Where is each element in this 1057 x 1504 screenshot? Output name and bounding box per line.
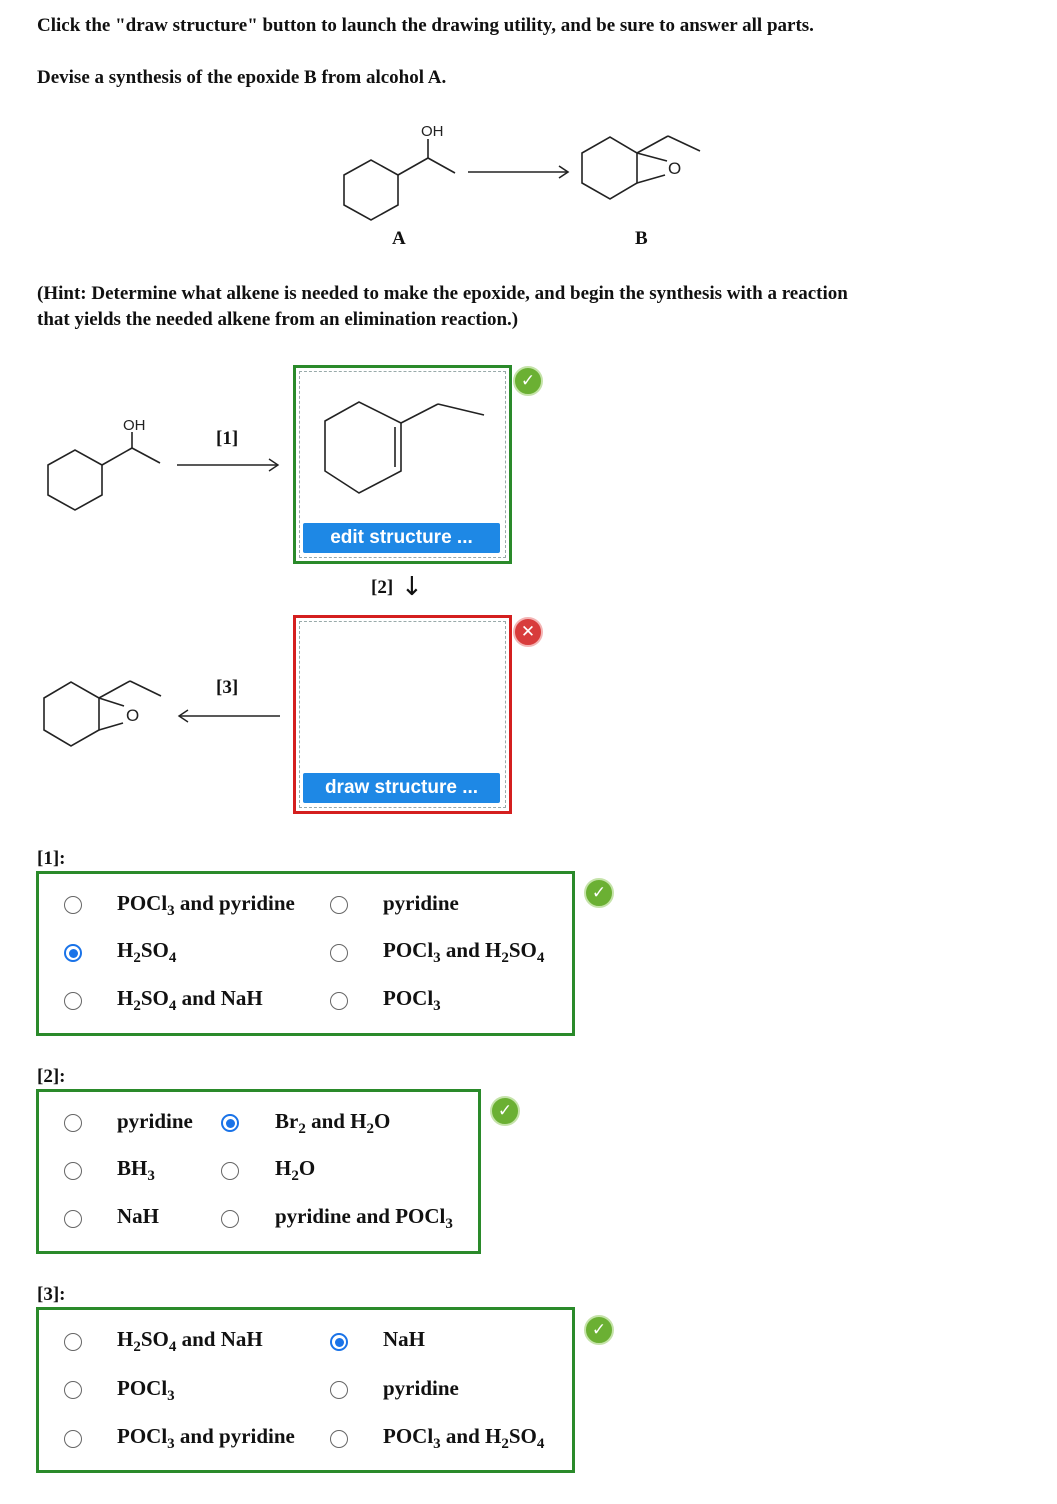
q1-option-pocl3-h2so4: POCl3 and H2SO4 xyxy=(383,938,545,967)
instructions-text: Click the "draw structure" button to lau… xyxy=(37,15,814,36)
label-b: B xyxy=(635,228,648,249)
q2-option-h2o: H2O xyxy=(275,1156,316,1185)
q2-option-br2-h2o: Br2 and H2O xyxy=(275,1109,391,1138)
alkene-structure xyxy=(324,401,485,494)
label-a: A xyxy=(392,228,406,249)
intermediate-answer-box: draw structure ... xyxy=(293,615,512,814)
q1-radio-pocl3-pyridine[interactable] xyxy=(64,896,82,914)
q2-radio-pyridine-pocl3[interactable] xyxy=(221,1210,239,1228)
q2-label: [2]: xyxy=(37,1066,66,1087)
q2-radio-nah[interactable] xyxy=(64,1210,82,1228)
q2-option-bh3: BH3 xyxy=(117,1156,155,1185)
q3-radio-pocl3-h2so4[interactable] xyxy=(330,1430,348,1448)
q1-option-h2so4-nah: H2SO4 and NaH xyxy=(117,986,263,1015)
q1-radio-pyridine[interactable] xyxy=(330,896,348,914)
svg-text:O: O xyxy=(126,706,139,725)
starting-alcohol-structure: OH xyxy=(47,417,161,511)
svg-text:OH: OH xyxy=(123,417,146,434)
q1-label: [1]: xyxy=(37,848,66,869)
q3-option-pocl3-pyridine: POCl3 and pyridine xyxy=(117,1424,295,1453)
q2-option-pyridine-pocl3: pyridine and POCl3 xyxy=(275,1204,453,1233)
oh-label: OH xyxy=(421,123,444,140)
step-1-arrow xyxy=(177,458,280,472)
step-1-label: [1] xyxy=(216,428,239,449)
q3-radio-h2so4-nah[interactable] xyxy=(64,1333,82,1351)
hint-line-1: (Hint: Determine what alkene is needed t… xyxy=(37,283,848,304)
step-2-down-arrow: ↓ xyxy=(401,572,423,602)
q2-correct-icon: ✓ xyxy=(490,1096,520,1126)
q3-option-nah: NaH xyxy=(383,1327,425,1351)
step-2-incorrect-icon: ✕ xyxy=(513,617,543,647)
cyclohexane-ring-b xyxy=(581,136,638,200)
cyclohexane-ring-a xyxy=(343,159,399,221)
product-epoxide-structure: O xyxy=(43,680,162,747)
step-2-label: [2] xyxy=(371,577,394,598)
q3-radio-nah[interactable] xyxy=(330,1333,348,1351)
q2-option-pyridine: pyridine xyxy=(117,1109,193,1133)
q1-radio-h2so4[interactable] xyxy=(64,944,82,962)
step-1-correct-icon: ✓ xyxy=(513,366,543,396)
q3-label: [3]: xyxy=(37,1284,66,1305)
q2-option-nah: NaH xyxy=(117,1204,159,1228)
q1-option-h2so4: H2SO4 xyxy=(117,938,177,967)
q3-option-pocl3-h2so4: POCl3 and H2SO4 xyxy=(383,1424,545,1453)
q1-radio-pocl3[interactable] xyxy=(330,992,348,1010)
step-3-arrow xyxy=(177,709,280,723)
reaction-scheme: OH O xyxy=(343,123,701,221)
epoxide-o-label: O xyxy=(668,159,681,178)
q1-radio-h2so4-nah[interactable] xyxy=(64,992,82,1010)
q3-correct-icon: ✓ xyxy=(584,1315,614,1345)
question-text: Devise a synthesis of the epoxide B from… xyxy=(37,67,447,88)
q2-radio-bh3[interactable] xyxy=(64,1162,82,1180)
q1-correct-icon: ✓ xyxy=(584,878,614,908)
step-3-label: [3] xyxy=(216,677,239,698)
q1-option-pocl3: POCl3 xyxy=(383,986,441,1015)
q2-radio-br2-h2o[interactable] xyxy=(221,1114,239,1132)
q2-options-box: pyridine Br2 and H2O BH3 H2O NaH pyridin… xyxy=(36,1089,481,1254)
draw-structure-button[interactable]: draw structure ... xyxy=(303,773,500,803)
q1-options-box: POCl3 and pyridine pyridine H2SO4 POCl3 … xyxy=(36,871,575,1036)
q1-option-pyridine: pyridine xyxy=(383,891,459,915)
hint-line-2: that yields the needed alkene from an el… xyxy=(37,309,519,330)
edit-structure-button[interactable]: edit structure ... xyxy=(303,523,500,553)
q3-radio-pocl3[interactable] xyxy=(64,1381,82,1399)
q1-radio-pocl3-h2so4[interactable] xyxy=(330,944,348,962)
q3-radio-pocl3-pyridine[interactable] xyxy=(64,1430,82,1448)
q2-radio-h2o[interactable] xyxy=(221,1162,239,1180)
q3-option-h2so4-nah: H2SO4 and NaH xyxy=(117,1327,263,1356)
q1-option-pocl3-pyridine: POCl3 and pyridine xyxy=(117,891,295,920)
q2-radio-pyridine[interactable] xyxy=(64,1114,82,1132)
q3-options-box: H2SO4 and NaH NaH POCl3 pyridine POCl3 a… xyxy=(36,1307,575,1473)
q3-radio-pyridine[interactable] xyxy=(330,1381,348,1399)
q3-option-pyridine: pyridine xyxy=(383,1376,459,1400)
alkene-answer-box: edit structure ... xyxy=(293,365,512,564)
q3-option-pocl3: POCl3 xyxy=(117,1376,175,1405)
